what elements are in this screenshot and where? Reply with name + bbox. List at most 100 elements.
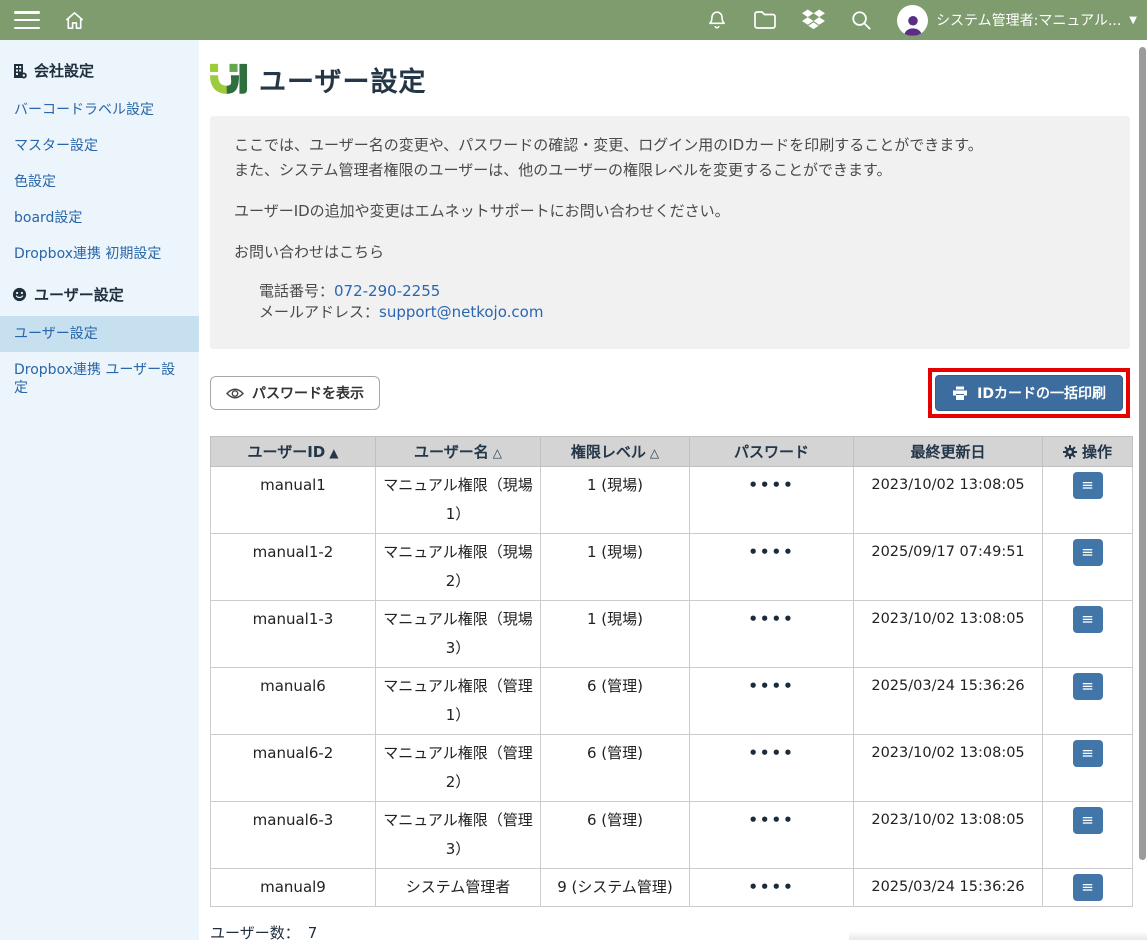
topbar: システム管理者:マニュアル... ▼ (0, 0, 1147, 40)
sidebar-item-dropbox-initial[interactable]: Dropbox連携 初期設定 (0, 236, 199, 272)
contact-lines: 電話番号：072-290-2255 メールアドレス：support@netkoj… (234, 281, 1106, 322)
users-table: ユーザーID▲ ユーザー名△ 権限レベル△ パスワード 最終更新日 操作 man… (210, 436, 1133, 907)
table-row: manual1-3 マニュアル権限（現場3） 1 (現場) •••• 2023/… (211, 601, 1133, 668)
cell-user-id: manual6 (211, 668, 376, 735)
row-menu-button[interactable]: ≡ (1073, 874, 1103, 901)
cell-updated: 2023/10/02 13:08:05 (854, 467, 1043, 534)
bottom-shadow (849, 931, 1147, 940)
header-user-name[interactable]: ユーザー名△ (376, 437, 541, 467)
sidebar-section-label: ユーザー設定 (34, 284, 124, 305)
cell-updated: 2025/09/17 07:49:51 (854, 534, 1043, 601)
header-permission-level[interactable]: 権限レベル△ (541, 437, 690, 467)
sort-icon[interactable]: △ (493, 446, 502, 460)
cell-user-name: マニュアル権限（現場1） (376, 467, 541, 534)
cell-level: 1 (現場) (541, 467, 690, 534)
row-menu-button[interactable]: ≡ (1073, 807, 1103, 834)
page-title: ユーザー設定 (259, 60, 426, 99)
cell-level: 6 (管理) (541, 668, 690, 735)
row-menu-button[interactable]: ≡ (1073, 472, 1103, 499)
cell-password: •••• (690, 869, 854, 907)
actions-row: パスワードを表示 IDカードの一括印刷 (210, 368, 1130, 418)
row-menu-button[interactable]: ≡ (1073, 606, 1103, 633)
print-id-cards-button[interactable]: IDカードの一括印刷 (935, 375, 1123, 411)
cell-user-name: システム管理者 (376, 869, 541, 907)
sidebar-item-master[interactable]: マスター設定 (0, 128, 199, 164)
sort-icon[interactable]: △ (650, 446, 659, 460)
header-last-updated: 最終更新日 (854, 437, 1043, 467)
cell-password: •••• (690, 601, 854, 668)
cell-level: 1 (現場) (541, 601, 690, 668)
user-count-value: 7 (308, 924, 318, 942)
sidebar-item-dropbox-user[interactable]: Dropbox連携 ユーザー設定 (0, 352, 199, 406)
main-content: ユーザー設定 ここでは、ユーザー名の変更や、パスワードの確認・変更、ログイン用の… (199, 40, 1147, 940)
menu-icon[interactable] (14, 11, 40, 29)
phone-link[interactable]: 072-290-2255 (334, 282, 440, 300)
search-icon[interactable] (849, 8, 873, 32)
account-menu[interactable]: システム管理者:マニュアル... ▼ (897, 5, 1137, 36)
sidebar-item-barcode-label[interactable]: バーコードラベル設定 (0, 92, 199, 128)
avatar[interactable] (897, 5, 928, 36)
page-title-row: ユーザー設定 (210, 60, 1130, 99)
row-menu-button[interactable]: ≡ (1073, 673, 1103, 700)
cell-user-name: マニュアル権限（管理3） (376, 802, 541, 869)
cell-user-id: manual1-3 (211, 601, 376, 668)
cell-password: •••• (690, 534, 854, 601)
sidebar-item-color[interactable]: 色設定 (0, 164, 199, 200)
sidebar-item-board[interactable]: board設定 (0, 200, 199, 236)
current-user-label[interactable]: システム管理者:マニュアル... (936, 10, 1121, 30)
email-link[interactable]: support@netkojo.com (379, 303, 543, 321)
cell-user-id: manual1-2 (211, 534, 376, 601)
cell-updated: 2025/03/24 15:36:26 (854, 869, 1043, 907)
intro-line-2: また、システム管理者権限のユーザーは、他のユーザーの権限レベルを変更することがで… (234, 158, 1106, 183)
intro-line-3: ユーザーIDの追加や変更はエムネットサポートにお問い合わせください。 (234, 199, 1106, 224)
cell-user-id: manual1 (211, 467, 376, 534)
cell-password: •••• (690, 802, 854, 869)
user-count-label: ユーザー数： (210, 924, 300, 942)
sidebar: 会社設定 バーコードラベル設定 マスター設定 色設定 board設定 Dropb… (0, 40, 199, 940)
eye-icon (226, 387, 244, 400)
cell-updated: 2025/03/24 15:36:26 (854, 668, 1043, 735)
sort-asc-icon[interactable]: ▲ (329, 446, 338, 460)
home-icon[interactable] (62, 8, 86, 32)
cell-user-name: マニュアル権限（管理1） (376, 668, 541, 735)
cell-level: 6 (管理) (541, 735, 690, 802)
app-logo (210, 63, 248, 97)
cell-password: •••• (690, 467, 854, 534)
building-gear-icon (12, 63, 27, 79)
cell-updated: 2023/10/02 13:08:05 (854, 802, 1043, 869)
print-id-cards-label: IDカードの一括印刷 (977, 383, 1106, 403)
cell-updated: 2023/10/02 13:08:05 (854, 735, 1043, 802)
show-password-label: パスワードを表示 (252, 383, 364, 403)
sidebar-section-user: ユーザー設定 (0, 272, 199, 316)
highlight-annotation: IDカードの一括印刷 (928, 368, 1130, 418)
cell-user-id: manual9 (211, 869, 376, 907)
table-row: manual9 システム管理者 9 (システム管理) •••• 2025/03/… (211, 869, 1133, 907)
sidebar-item-user-settings[interactable]: ユーザー設定 (0, 316, 199, 352)
header-password: パスワード (690, 437, 854, 467)
chevron-down-icon[interactable]: ▼ (1129, 15, 1137, 26)
phone-label: 電話番号： (259, 282, 334, 300)
email-label: メールアドレス： (259, 303, 379, 321)
header-user-id[interactable]: ユーザーID▲ (211, 437, 376, 467)
sidebar-section-label: 会社設定 (34, 60, 94, 81)
cell-updated: 2023/10/02 13:08:05 (854, 601, 1043, 668)
table-row: manual6-3 マニュアル権限（管理3） 6 (管理) •••• 2023/… (211, 802, 1133, 869)
table-row: manual1-2 マニュアル権限（現場2） 1 (現場) •••• 2025/… (211, 534, 1133, 601)
row-menu-button[interactable]: ≡ (1073, 740, 1103, 767)
cell-password: •••• (690, 735, 854, 802)
table-row: manual1 マニュアル権限（現場1） 1 (現場) •••• 2023/10… (211, 467, 1133, 534)
vertical-scrollbar[interactable] (1139, 47, 1146, 860)
sidebar-section-company: 会社設定 (0, 48, 199, 92)
contact-heading: お問い合わせはこちら (234, 240, 1106, 265)
cell-user-id: manual6-3 (211, 802, 376, 869)
folder-icon[interactable] (753, 8, 777, 32)
row-menu-button[interactable]: ≡ (1073, 539, 1103, 566)
show-password-button[interactable]: パスワードを表示 (210, 376, 380, 410)
table-header-row: ユーザーID▲ ユーザー名△ 権限レベル△ パスワード 最終更新日 操作 (211, 437, 1133, 467)
smiley-icon (12, 287, 27, 302)
table-row: manual6-2 マニュアル権限（管理2） 6 (管理) •••• 2023/… (211, 735, 1133, 802)
dropbox-icon[interactable] (801, 8, 825, 32)
cell-user-id: manual6-2 (211, 735, 376, 802)
intro-box: ここでは、ユーザー名の変更や、パスワードの確認・変更、ログイン用のIDカードを印… (210, 116, 1130, 349)
notifications-bell-icon[interactable] (705, 8, 729, 32)
